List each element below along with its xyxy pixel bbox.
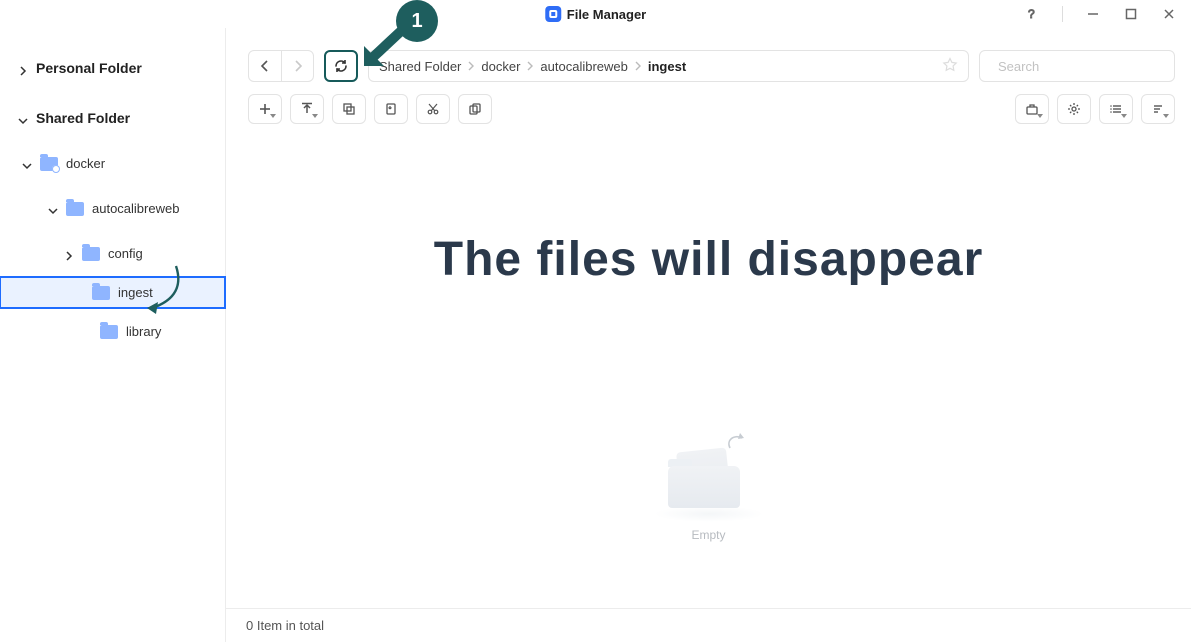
chevron-right-icon (64, 249, 74, 259)
sidebar-root-personal[interactable]: Personal Folder (8, 52, 217, 84)
sort-button[interactable] (1141, 94, 1175, 124)
help-button[interactable]: ? (1024, 6, 1040, 22)
chevron-right-icon (18, 63, 28, 73)
empty-state: Empty (654, 442, 764, 542)
add-button[interactable] (248, 94, 282, 124)
toolbar-actions (226, 90, 1191, 132)
content-pane: Shared Folder docker autocalibreweb inge… (226, 28, 1191, 642)
list-icon (1109, 102, 1123, 116)
upload-arrow-icon (724, 430, 748, 454)
app-icon (545, 6, 561, 22)
archive-button[interactable] (1015, 94, 1049, 124)
status-item-count: 0 Item in total (246, 618, 324, 633)
chevron-right-icon (526, 61, 534, 71)
breadcrumb-segment-current[interactable]: ingest (648, 59, 686, 74)
copy-icon (342, 102, 356, 116)
window-controls: ? (1024, 0, 1177, 28)
folder-icon (40, 157, 58, 171)
separator (1062, 6, 1063, 22)
search-box[interactable] (979, 50, 1175, 82)
sidebar-item-autocalibreweb[interactable]: autocalibreweb (8, 193, 217, 224)
annotation-curve-icon (144, 262, 194, 322)
main-layout: Personal Folder Shared Folder docker aut… (0, 28, 1191, 642)
nav-group (248, 50, 314, 82)
annotation-step-badge: 1 (396, 0, 438, 42)
spacer (74, 288, 84, 298)
file-area: The files will disappear Empty (226, 132, 1191, 608)
duplicate-icon (468, 102, 482, 116)
back-button[interactable] (249, 51, 281, 81)
forward-button[interactable] (281, 51, 313, 81)
upload-button[interactable] (290, 94, 324, 124)
favorite-star-icon[interactable] (942, 57, 958, 76)
scissors-icon (426, 102, 440, 116)
sort-icon (1151, 102, 1165, 116)
window-title: File Manager (545, 6, 646, 22)
breadcrumb-segment[interactable]: autocalibreweb (540, 59, 627, 74)
chevron-down-icon (48, 204, 58, 214)
chevron-right-icon (467, 61, 475, 71)
close-button[interactable] (1161, 6, 1177, 22)
folder-icon (100, 325, 118, 339)
maximize-button[interactable] (1123, 6, 1139, 22)
empty-label: Empty (691, 528, 725, 542)
folder-icon (66, 202, 84, 216)
folder-icon (82, 247, 100, 261)
sidebar-item-label: library (126, 324, 161, 339)
chevron-right-icon (634, 61, 642, 71)
app-title-text: File Manager (567, 7, 646, 22)
breadcrumb[interactable]: Shared Folder docker autocalibreweb inge… (368, 50, 969, 82)
empty-folder-icon (654, 442, 764, 522)
sidebar: Personal Folder Shared Folder docker aut… (0, 28, 226, 642)
sidebar-root-shared[interactable]: Shared Folder (8, 102, 217, 134)
sidebar-root-label: Shared Folder (36, 110, 130, 126)
sidebar-item-docker[interactable]: docker (8, 148, 217, 179)
svg-text:?: ? (1028, 7, 1035, 21)
sidebar-item-label: autocalibreweb (92, 201, 179, 216)
briefcase-icon (1025, 102, 1039, 116)
sidebar-root-label: Personal Folder (36, 60, 142, 76)
chevron-down-icon (22, 159, 32, 169)
view-mode-button[interactable] (1099, 94, 1133, 124)
copy-button[interactable] (332, 94, 366, 124)
paste-button[interactable] (374, 94, 408, 124)
upload-icon (300, 102, 314, 116)
folder-icon (92, 286, 110, 300)
duplicate-button[interactable] (458, 94, 492, 124)
statusbar: 0 Item in total (226, 608, 1191, 642)
refresh-button[interactable] (324, 50, 358, 82)
minimize-button[interactable] (1085, 6, 1101, 22)
sidebar-item-label: config (108, 246, 143, 261)
breadcrumb-segment[interactable]: docker (481, 59, 520, 74)
settings-button[interactable] (1057, 94, 1091, 124)
annotation-headline: The files will disappear (226, 232, 1191, 287)
chevron-down-icon (18, 113, 28, 123)
annotation-step-number: 1 (411, 10, 422, 33)
spacer (82, 327, 92, 337)
gear-icon (1067, 102, 1081, 116)
plus-icon (258, 102, 272, 116)
refresh-icon (333, 58, 349, 74)
paste-icon (384, 102, 398, 116)
titlebar: File Manager ? (0, 0, 1191, 28)
sidebar-item-label: docker (66, 156, 105, 171)
search-input[interactable] (998, 59, 1174, 74)
cut-button[interactable] (416, 94, 450, 124)
